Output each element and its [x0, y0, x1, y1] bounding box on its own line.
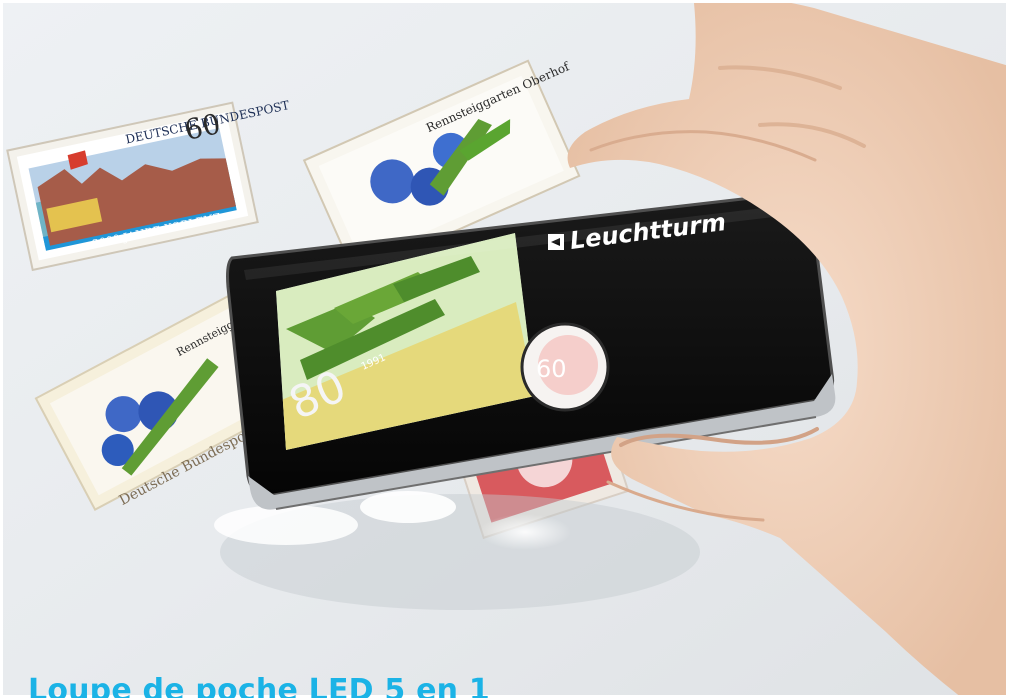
- magnifier-photo: DEUTSCHE BUNDESPOST 60 2000 JAHRE KOBLEN…: [0, 0, 1009, 698]
- light-spot-left: [214, 505, 358, 545]
- light-spot-middle: [360, 491, 456, 523]
- small-lens-value: 60: [536, 355, 567, 383]
- product-caption: Loupe de poche LED 5 en 1: [28, 673, 490, 698]
- light-spot-right: [479, 514, 571, 550]
- product-photo-page: DEUTSCHE BUNDESPOST 60 2000 JAHRE KOBLEN…: [0, 0, 1009, 698]
